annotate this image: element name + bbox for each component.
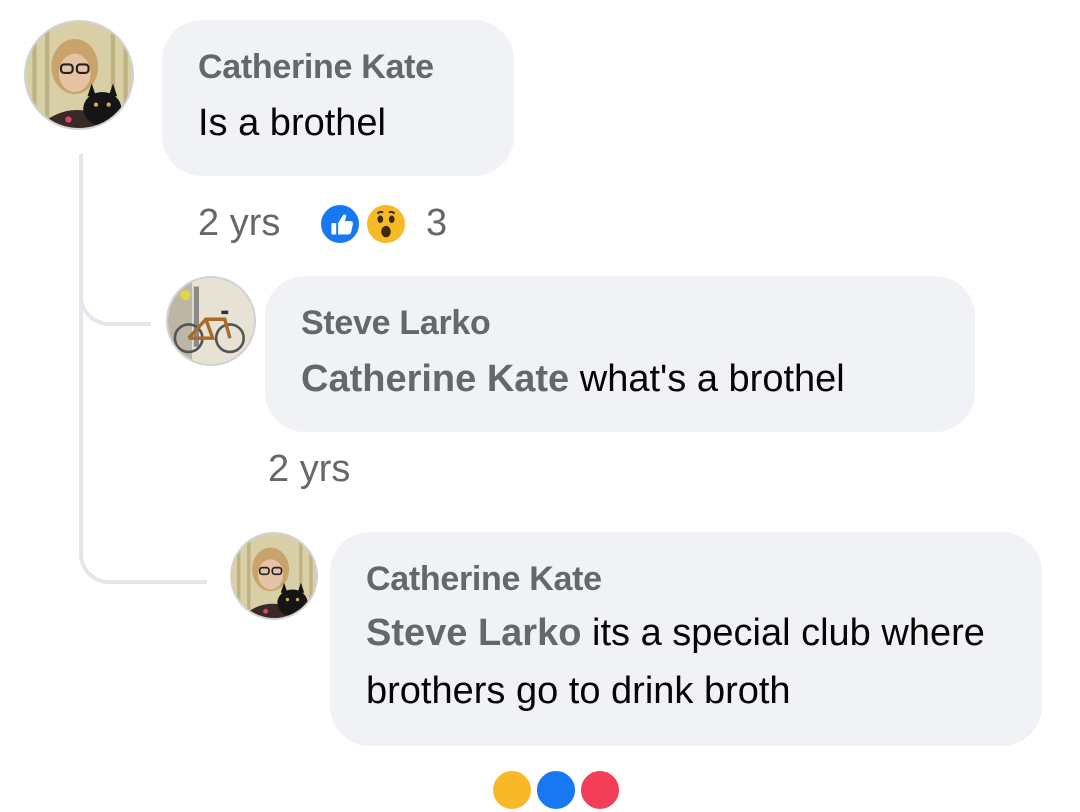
like-icon[interactable]: [534, 768, 578, 812]
wow-icon[interactable]: [364, 202, 408, 246]
thread-line-lower: [79, 300, 83, 540]
comment-bubble-1[interactable]: Catherine Kate Is a brothel: [162, 20, 514, 176]
comment-bubble-3[interactable]: Catherine Kate Steve Larko its a special…: [330, 532, 1042, 746]
avatar-steve-larko[interactable]: [166, 276, 256, 366]
comment-text: Is a brothel: [198, 102, 386, 144]
comment-text-body: what's a brothel: [569, 358, 845, 400]
comment-bubble-2[interactable]: Steve Larko Catherine Kate what's a brot…: [265, 276, 975, 432]
comment-timestamp[interactable]: 2 yrs: [268, 446, 350, 492]
thread-branch-reply-2: [79, 520, 207, 584]
comment-timestamp[interactable]: 2 yrs: [198, 200, 280, 246]
comment-author[interactable]: Catherine Kate: [198, 46, 478, 88]
mention-link[interactable]: Steve Larko: [366, 612, 581, 654]
comment-author[interactable]: Steve Larko: [301, 302, 939, 344]
comment-author[interactable]: Catherine Kate: [366, 558, 1006, 600]
like-icon[interactable]: [318, 202, 362, 246]
avatar-catherine-kate[interactable]: [230, 532, 318, 620]
love-icon[interactable]: [578, 768, 622, 812]
mention-link[interactable]: Catherine Kate: [301, 358, 569, 400]
comment-text: Steve Larko its a special club where bro…: [366, 604, 1006, 720]
comment-text: Catherine Kate what's a brothel: [301, 350, 939, 408]
avatar-catherine-kate[interactable]: [24, 20, 134, 130]
reaction-count[interactable]: 3: [426, 200, 447, 246]
thread-branch-reply-1: [79, 270, 151, 326]
haha-icon[interactable]: [490, 768, 534, 812]
